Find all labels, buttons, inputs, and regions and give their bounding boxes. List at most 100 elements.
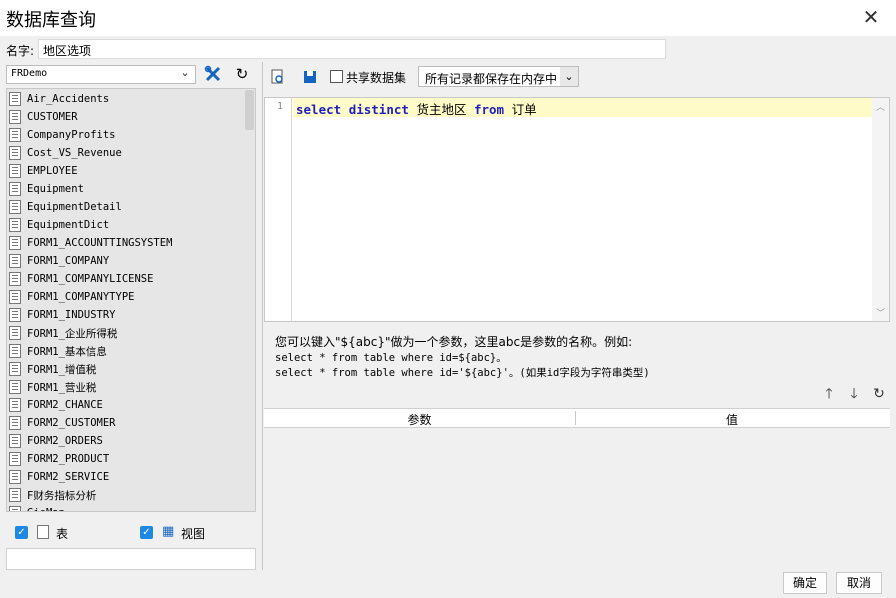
preview-icon[interactable] xyxy=(268,67,288,87)
table-icon xyxy=(9,326,21,340)
view-filter-checkbox[interactable]: ✓ xyxy=(140,526,153,539)
table-list-scrollbar[interactable] xyxy=(245,90,254,130)
refresh-icon[interactable]: ↻ xyxy=(230,63,254,85)
table-icon xyxy=(9,200,21,214)
table-list-item[interactable]: Air_Accidents xyxy=(9,90,109,108)
table-icon xyxy=(9,290,21,304)
table-list-item[interactable]: FORM1_增值税 xyxy=(9,360,96,378)
table-name: Equipment xyxy=(27,183,84,195)
sql-table: 订单 xyxy=(511,102,537,117)
table-name: FORM2_SERVICE xyxy=(27,471,110,483)
panel-divider[interactable] xyxy=(262,62,263,570)
share-dataset-label: 共享数据集 xyxy=(346,71,407,85)
table-list-item[interactable]: FORM1_COMPANYLICENSE xyxy=(9,270,153,288)
table-name: FORM2_ORDERS xyxy=(27,435,103,447)
table-list-item[interactable]: FORM1_ACCOUNTTINGSYSTEM xyxy=(9,234,172,252)
table-list-item[interactable]: FORM2_PRODUCT xyxy=(9,450,109,468)
table-list-item[interactable]: FORM2_SERVICE xyxy=(9,468,109,486)
table-icon xyxy=(9,398,21,412)
table-filter-label: 表 xyxy=(56,527,69,541)
table-list[interactable]: Air_Accidents CUSTOMER CompanyProfits Cost_… xyxy=(6,88,256,512)
table-list-item[interactable]: FORM1_企业所得税 xyxy=(9,324,117,342)
tools-icon[interactable] xyxy=(201,63,225,85)
help-text-2: select * from table where id=${abc}。 xyxy=(275,352,507,364)
table-name: FORM2_PRODUCT xyxy=(27,453,110,465)
table-list-item[interactable]: CompanyProfits xyxy=(9,126,116,144)
table-list-item[interactable]: FORM1_基本信息 xyxy=(9,342,107,360)
cancel-button[interactable]: 取消 xyxy=(836,572,882,594)
sql-keyword-select: select xyxy=(296,102,342,117)
table-icon xyxy=(9,182,21,196)
table-list-item[interactable]: FORM2_ORDERS xyxy=(9,432,103,450)
table-icon xyxy=(9,308,21,322)
save-icon[interactable] xyxy=(300,67,320,87)
table-name: Cost_VS_Revenue xyxy=(27,147,122,159)
table-list-item[interactable]: Equipment xyxy=(9,180,84,198)
table-list-item[interactable]: GisMap xyxy=(9,504,65,511)
table-icon xyxy=(9,128,21,142)
table-icon xyxy=(9,236,21,250)
table-name: FORM1_COMPANYTYPE xyxy=(27,291,135,303)
table-icon xyxy=(9,362,21,376)
sql-keyword-distinct: distinct xyxy=(348,102,409,117)
view-icon: ▦ xyxy=(162,524,175,539)
memory-option-select[interactable]: 所有记录都保存在内存中 xyxy=(418,66,579,87)
table-list-item[interactable]: FORM1_INDUSTRY xyxy=(9,306,116,324)
table-list-item[interactable]: F财务指标分析 xyxy=(9,486,96,504)
table-list-item[interactable]: CUSTOMER xyxy=(9,108,78,126)
name-input[interactable]: 地区选项 xyxy=(38,39,666,59)
table-icon xyxy=(37,525,49,539)
table-icon xyxy=(9,164,21,178)
table-list-item[interactable]: EMPLOYEE xyxy=(9,162,78,180)
table-name: FORM1_基本信息 xyxy=(27,345,107,358)
table-list-item[interactable]: EquipmentDetail xyxy=(9,198,122,216)
table-list-item[interactable]: FORM2_CUSTOMER xyxy=(9,414,116,432)
window-title: 数据库查询 xyxy=(6,10,96,31)
chevron-down-icon[interactable]: ⌄ xyxy=(560,67,578,86)
table-icon xyxy=(9,272,21,286)
params-table-body[interactable] xyxy=(264,429,890,570)
table-name: CompanyProfits xyxy=(27,129,116,141)
sql-code[interactable]: select distinct 货主地区 from 订单 xyxy=(296,99,537,118)
table-name: FORM1_INDUSTRY xyxy=(27,309,116,321)
table-icon xyxy=(9,110,21,124)
refresh-params-icon[interactable]: ↻ xyxy=(870,385,888,403)
table-icon xyxy=(9,470,21,484)
table-list-item[interactable]: FORM2_CHANCE xyxy=(9,396,103,414)
editor-scrollbar[interactable]: ︿ ﹀ xyxy=(872,98,889,321)
table-name: FORM1_增值税 xyxy=(27,363,97,376)
help-text-1: 您可以键入"${abc}"做为一个参数，这里abc是参数的名称。例如: xyxy=(275,335,633,349)
table-name: Air_Accidents xyxy=(27,93,110,105)
arrow-up-icon[interactable]: 🡑 xyxy=(820,385,838,403)
table-icon xyxy=(9,506,21,511)
table-name: FORM2_CUSTOMER xyxy=(27,417,116,429)
table-icon xyxy=(9,218,21,232)
table-name: FORM1_ACCOUNTTINGSYSTEM xyxy=(27,237,173,249)
table-list-item[interactable]: EquipmentDict xyxy=(9,216,109,234)
table-name: FORM1_营业税 xyxy=(27,381,97,394)
table-list-item[interactable]: FORM1_COMPANY xyxy=(9,252,109,270)
connection-select[interactable]: FRDemo xyxy=(6,65,196,84)
sql-field: 货主地区 xyxy=(416,102,467,117)
table-icon xyxy=(9,344,21,358)
table-icon xyxy=(9,254,21,268)
sql-editor[interactable] xyxy=(264,97,890,322)
arrow-down-icon[interactable]: 🡓 xyxy=(845,385,863,403)
help-text-3: select * from table where id='${abc}'。(如… xyxy=(275,367,650,379)
table-name: EMPLOYEE xyxy=(27,165,78,177)
chevron-down-icon[interactable]: ⌄ xyxy=(176,66,194,83)
close-icon[interactable]: ✕ xyxy=(858,4,884,30)
table-name: GisMap xyxy=(27,507,65,511)
ok-button[interactable]: 确定 xyxy=(783,572,827,594)
table-name: EquipmentDetail xyxy=(27,201,122,213)
line-gutter xyxy=(265,98,292,321)
table-list-item[interactable]: FORM1_COMPANYTYPE xyxy=(9,288,134,306)
table-list-item[interactable]: Cost_VS_Revenue xyxy=(9,144,122,162)
table-name: EquipmentDict xyxy=(27,219,110,231)
share-dataset-checkbox[interactable] xyxy=(330,70,343,83)
table-filter-checkbox[interactable]: ✓ xyxy=(15,526,28,539)
table-name: FORM1_COMPANYLICENSE xyxy=(27,273,154,285)
table-list-item[interactable]: FORM1_营业税 xyxy=(9,378,96,396)
name-label: 名字: xyxy=(6,44,35,58)
table-search-field[interactable] xyxy=(6,548,256,570)
